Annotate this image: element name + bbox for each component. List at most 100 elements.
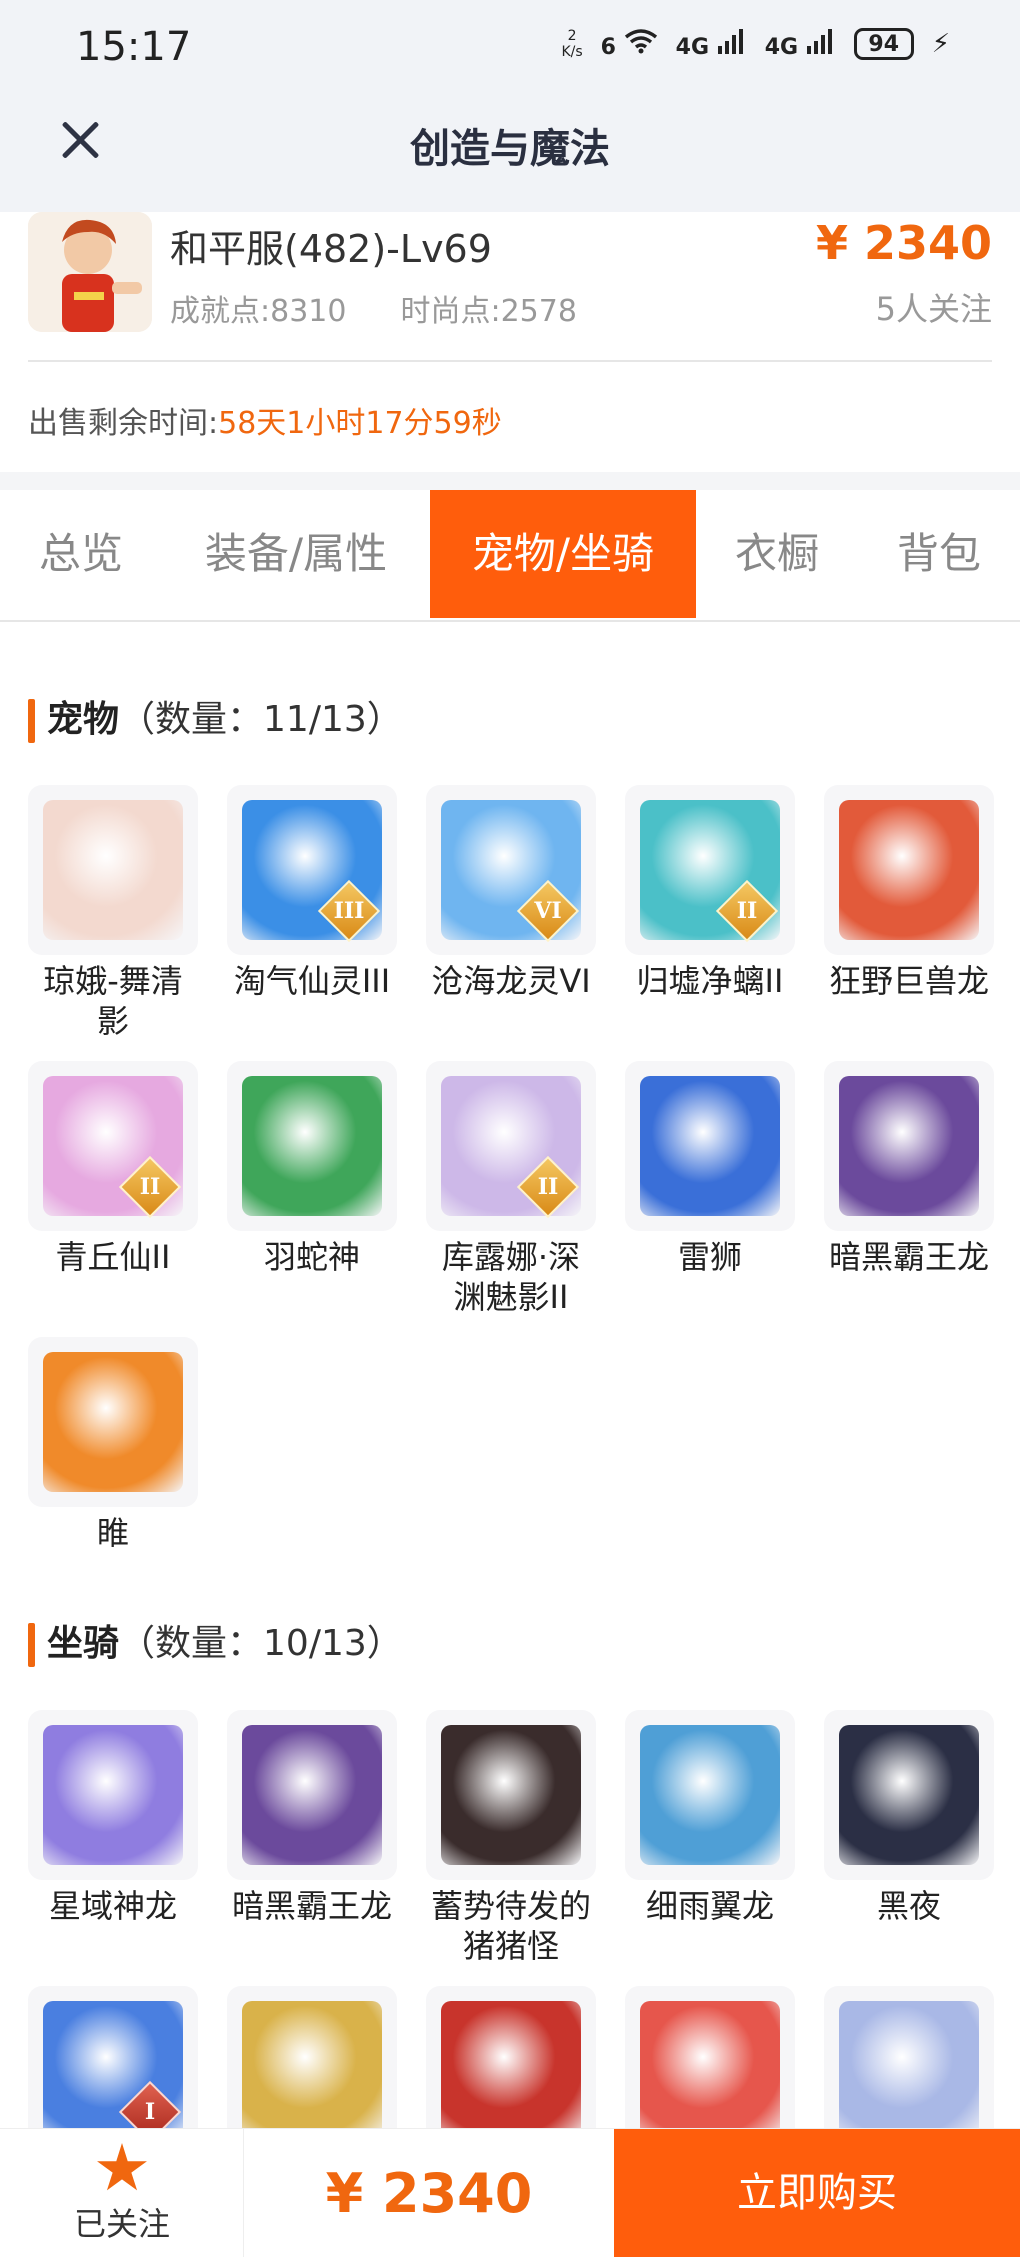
bottom-price: ¥ 2340 (325, 2162, 533, 2225)
pets-item[interactable]: VI 沧海龙灵VI (426, 785, 596, 1001)
item-name: 淘气仙灵III (233, 962, 391, 1000)
item-name: 暗黑霸王龙 (231, 1887, 392, 1925)
item-name: 睢 (96, 1514, 129, 1552)
item-name: 星域神龙 (48, 1887, 177, 1925)
creature-image (640, 1725, 780, 1865)
item-name: 库露娜·深渊魅影II (441, 1238, 581, 1316)
item-thumbnail (824, 1710, 994, 1880)
listing-summary: 和平服(482)-Lv69 成就点:8310 时尚点:2578 ¥ 2340 5人… (0, 212, 1020, 472)
creature-image (441, 1725, 581, 1865)
pets-section-title: 宠物（数量：11/13） (28, 690, 403, 743)
mounts-section-title: 坐骑（数量：10/13） (28, 1614, 403, 1667)
mounts-item[interactable]: 暗黑霸王龙 (227, 1710, 397, 1926)
fashion-points: 时尚点:2578 (400, 294, 577, 329)
page-title: 创造与魔法 (410, 126, 610, 172)
tab-equipment[interactable]: 装备/属性 (162, 490, 430, 618)
close-icon[interactable] (56, 116, 104, 164)
item-thumbnail (824, 785, 994, 955)
creature-image (43, 1725, 183, 1865)
status-icons: 2 K/s 6 4G 4G 94 ⚡ (561, 28, 950, 60)
creature-image (839, 1076, 979, 1216)
mounts-item[interactable]: 星域神龙 (28, 1710, 198, 1926)
pets-item[interactable]: 琼娥-舞清影 (28, 785, 198, 1041)
item-thumbnail: II (625, 785, 795, 955)
tab-overview[interactable]: 总览 (0, 490, 162, 618)
creature-image (43, 800, 183, 940)
mounts-item[interactable]: 黑夜 (824, 1710, 994, 1926)
star-icon (97, 2143, 147, 2191)
creature-image (242, 2001, 382, 2141)
item-name: 青丘仙II (55, 1238, 171, 1276)
status-time: 15:17 (76, 24, 192, 70)
item-thumbnail (28, 1337, 198, 1507)
item-name: 暗黑霸王龙 (828, 1238, 989, 1276)
tab-wardrobe[interactable]: 衣橱 (696, 490, 858, 618)
pets-item[interactable]: 狂野巨兽龙 (824, 785, 994, 1001)
follow-button[interactable]: 已关注 (0, 2129, 244, 2257)
character-avatar (28, 212, 152, 332)
pets-item[interactable]: II 库露娜·深渊魅影II (426, 1061, 596, 1317)
net-speed-indicator: 2 K/s (561, 28, 583, 60)
divider (28, 360, 992, 362)
item-thumbnail: III (227, 785, 397, 955)
creature-image (242, 1076, 382, 1216)
item-name: 细雨翼龙 (645, 1887, 774, 1925)
pets-item[interactable]: III 淘气仙灵III (227, 785, 397, 1001)
pets-item[interactable]: II 归墟净螭II (625, 785, 795, 1001)
mounts-item[interactable]: 细雨翼龙 (625, 1710, 795, 1926)
item-thumbnail (426, 1710, 596, 1880)
pets-item[interactable]: 暗黑霸王龙 (824, 1061, 994, 1277)
creature-image (640, 1076, 780, 1216)
listing-price: ¥ 2340 (815, 216, 992, 270)
creature-image (839, 1725, 979, 1865)
signal-icon: 4G (676, 28, 747, 60)
item-name: 琼娥-舞清影 (43, 962, 183, 1040)
item-name: 归墟净螭II (636, 962, 784, 1000)
follower-count: 5人关注 (875, 290, 992, 328)
achievement-points: 成就点:8310 (170, 294, 347, 329)
item-name: 沧海龙灵VI (431, 962, 591, 1000)
section-marker (28, 1623, 35, 1667)
bottom-action-bar: 已关注 ¥ 2340 立即购买 (0, 2128, 1020, 2257)
charging-icon: ⚡ (931, 29, 950, 59)
detail-tabs: 总览 装备/属性 宠物/坐骑 衣橱 背包 (0, 490, 1020, 622)
item-thumbnail: VI (426, 785, 596, 955)
buy-now-button[interactable]: 立即购买 (614, 2129, 1020, 2257)
wifi-icon: 6 (601, 28, 658, 60)
item-thumbnail: II (28, 1061, 198, 1231)
pets-item[interactable]: 雷狮 (625, 1061, 795, 1277)
item-thumbnail (227, 1710, 397, 1880)
item-thumbnail: II (426, 1061, 596, 1231)
item-name: 黑夜 (876, 1887, 941, 1925)
creature-image (43, 1352, 183, 1492)
signal-icon-2: 4G (765, 28, 836, 60)
item-thumbnail (28, 785, 198, 955)
creature-image (839, 2001, 979, 2141)
creature-image (640, 2001, 780, 2141)
creature-image (441, 2001, 581, 2141)
item-thumbnail (625, 1710, 795, 1880)
tab-backpack[interactable]: 背包 (858, 490, 1020, 618)
pets-item[interactable]: 羽蛇神 (227, 1061, 397, 1277)
item-name: 雷狮 (677, 1238, 742, 1276)
mounts-item[interactable]: 蓄势待发的猪猪怪 (426, 1710, 596, 1966)
tab-pets-mounts[interactable]: 宠物/坐骑 (430, 490, 696, 618)
status-bar: 15:17 2 K/s 6 4G 4G 94 ⚡ (0, 0, 1020, 100)
item-thumbnail (625, 1061, 795, 1231)
role-stats: 成就点:8310 时尚点:2578 (170, 286, 577, 330)
item-name: 蓄势待发的猪猪怪 (430, 1887, 591, 1965)
section-gap (0, 472, 1020, 490)
item-name: 羽蛇神 (263, 1238, 360, 1276)
creature-image (839, 800, 979, 940)
role-name: 和平服(482)-Lv69 (170, 227, 492, 271)
item-thumbnail (824, 1061, 994, 1231)
pets-item[interactable]: 睢 (28, 1337, 198, 1553)
item-thumbnail (227, 1061, 397, 1231)
item-name: 狂野巨兽龙 (828, 962, 989, 1000)
section-marker (28, 699, 35, 743)
battery-icon: 94 (853, 28, 914, 60)
creature-image (242, 1725, 382, 1865)
pets-item[interactable]: II 青丘仙II (28, 1061, 198, 1277)
item-thumbnail (28, 1710, 198, 1880)
sale-remaining-time: 出售剩余时间:58天1小时17分59秒 (28, 406, 502, 441)
